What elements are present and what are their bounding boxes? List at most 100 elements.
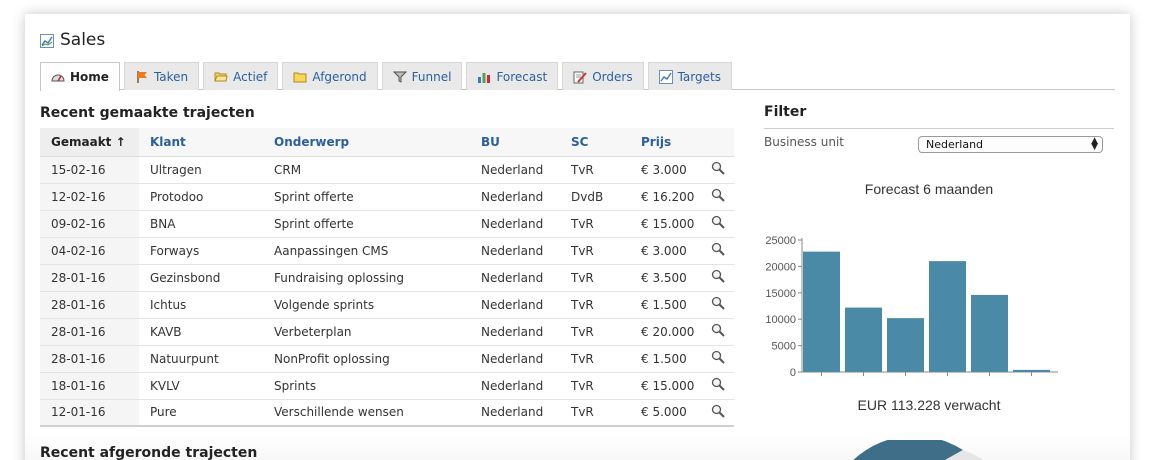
tab-label: Actief (233, 69, 268, 84)
bu-cell: Nederland (470, 210, 560, 238)
bu-cell: Nederland (470, 156, 560, 184)
column-header-prijs[interactable]: Prijs (630, 128, 700, 157)
y-tick-label: 25000 (765, 235, 796, 247)
tab-label: Orders (592, 69, 633, 84)
client-cell: BNA (139, 210, 263, 238)
subject-cell: Sprint offerte (263, 183, 470, 211)
x-tick-label: nov (1023, 377, 1041, 378)
tab-targets[interactable]: Targets (647, 62, 732, 90)
dashboard-icon (51, 70, 65, 84)
subject-cell: Volgende sprints (263, 291, 470, 319)
x-tick-label: jun (813, 377, 829, 378)
client-cell: Gezinsbond (139, 264, 263, 292)
table-row[interactable]: 12-01-16 Pure Verschillende wensen Nederlan… (40, 399, 734, 427)
magnifier-icon[interactable] (711, 242, 725, 256)
magnifier-icon[interactable] (711, 161, 725, 175)
date-cell: 09-02-16 (40, 210, 139, 238)
tab-actief[interactable]: Actief (203, 62, 279, 90)
bu-cell: Nederland (470, 291, 560, 319)
table-row[interactable]: 04-02-16 Forways Aanpassingen CMS Nederland… (40, 237, 734, 265)
action-cell (700, 264, 734, 292)
subject-cell: Fundraising oplossing (263, 264, 470, 292)
filter-divider (764, 128, 1114, 129)
bar-jul[interactable] (845, 307, 882, 372)
date-cell: 12-01-16 (40, 399, 139, 427)
tab-taken[interactable]: Taken (123, 62, 200, 90)
x-tick-label: jul (857, 377, 869, 378)
sales-panel: Sales Home Taken Actief Afgerond Funnel … (25, 14, 1130, 460)
column-header-actions (700, 128, 734, 157)
price-cell: € 3.500 (630, 264, 700, 292)
sc-cell: DvdB (560, 183, 630, 211)
magnifier-icon[interactable] (711, 269, 725, 283)
tab-funnel[interactable]: Funnel (381, 62, 463, 90)
tab-orders[interactable]: Orders (562, 62, 644, 90)
magnifier-icon[interactable] (711, 350, 725, 364)
column-header-bu[interactable]: BU (470, 128, 560, 157)
action-cell (700, 183, 734, 211)
bar-okt[interactable] (971, 294, 1008, 372)
select-arrows-icon: ▲ ▼ (1091, 136, 1098, 152)
price-cell: € 5.000 (630, 399, 700, 427)
action-cell (700, 210, 734, 238)
folder-icon (293, 70, 307, 84)
column-header-klant[interactable]: Klant (139, 128, 263, 157)
column-header-onderwerp[interactable]: Onderwerp (263, 128, 470, 157)
column-header-gemaakt[interactable]: Gemaakt ↑ (40, 128, 139, 157)
price-cell: € 15.000 (630, 210, 700, 238)
action-cell (700, 156, 734, 184)
sc-cell: TvR (560, 237, 630, 265)
column-header-sc[interactable]: SC (560, 128, 630, 157)
magnifier-icon[interactable] (711, 323, 725, 337)
bar-jun[interactable] (803, 251, 840, 372)
magnifier-icon[interactable] (711, 215, 725, 229)
client-cell: Forways (139, 237, 263, 265)
magnifier-icon[interactable] (711, 404, 725, 418)
table-row[interactable]: 28-01-16 Ichtus Volgende sprints Nederland T… (40, 291, 734, 319)
bu-cell: Nederland (470, 318, 560, 346)
table-row[interactable]: 28-01-16 KAVB Verbeterplan Nederland TvR € 20… (40, 318, 734, 346)
table-row[interactable]: 28-01-16 Gezinsbond Fundraising oplossing N… (40, 264, 734, 292)
subject-cell: Verschillende wensen (263, 399, 470, 427)
business-unit-select[interactable]: Nederland ▲ ▼ (918, 136, 1103, 153)
date-cell: 28-01-16 (40, 264, 139, 292)
magnifier-icon[interactable] (711, 188, 725, 202)
tab-forecast[interactable]: Forecast (466, 62, 559, 90)
line-chart-icon (658, 69, 673, 84)
price-cell: € 16.200 (630, 183, 700, 211)
bar-nov[interactable] (1013, 369, 1050, 372)
price-cell: € 3.000 (630, 156, 700, 184)
table-row[interactable]: 09-02-16 BNA Sprint offerte Nederland TvR € 1… (40, 210, 734, 238)
tab-label: Afgerond (312, 69, 367, 84)
line-chart-icon (40, 33, 54, 48)
tab-afgerond[interactable]: Afgerond (282, 62, 378, 90)
table-row[interactable]: 12-02-16 Protodoo Sprint offerte Nederland D… (40, 183, 734, 211)
bar-sep[interactable] (929, 261, 966, 372)
forecast-chart: 0 5000 10000 15000 20000 25000 jun jul aug sep okt… (765, 235, 1058, 378)
completed-pie-chart (853, 440, 984, 460)
table-row[interactable]: 15-02-16 Ultragen CRM Nederland TvR € 3.000 (40, 156, 734, 184)
y-tick-label: 20000 (765, 261, 796, 273)
recent-section-title: Recent gemaakte trajecten (40, 105, 255, 121)
table-header-row: Gemaakt ↑ Klant Onderwerp BU SC Prijs (40, 128, 734, 157)
table-row[interactable]: 18-01-16 KVLV Sprints Nederland TvR € 15.000 (40, 372, 734, 400)
client-cell: Pure (139, 399, 263, 427)
y-tick-label: 10000 (765, 314, 796, 326)
business-unit-label: Business unit (764, 135, 844, 149)
action-cell (700, 237, 734, 265)
chart-title: Forecast 6 maanden (864, 181, 994, 197)
tab-home[interactable]: Home (40, 62, 120, 91)
date-cell: 28-01-16 (40, 345, 139, 373)
table-row[interactable]: 28-01-16 Natuurpunt NonProfit oplossing Ned… (40, 345, 734, 373)
date-cell: 28-01-16 (40, 291, 139, 319)
price-cell: € 20.000 (630, 318, 700, 346)
magnifier-icon[interactable] (711, 296, 725, 310)
tab-label: Targets (677, 69, 721, 84)
folder-open-icon (214, 70, 228, 84)
window-title: Sales (40, 28, 105, 52)
sc-cell: TvR (560, 264, 630, 292)
magnifier-icon[interactable] (711, 377, 725, 391)
action-cell (700, 318, 734, 346)
bar-aug[interactable] (887, 318, 924, 372)
action-cell (700, 399, 734, 427)
